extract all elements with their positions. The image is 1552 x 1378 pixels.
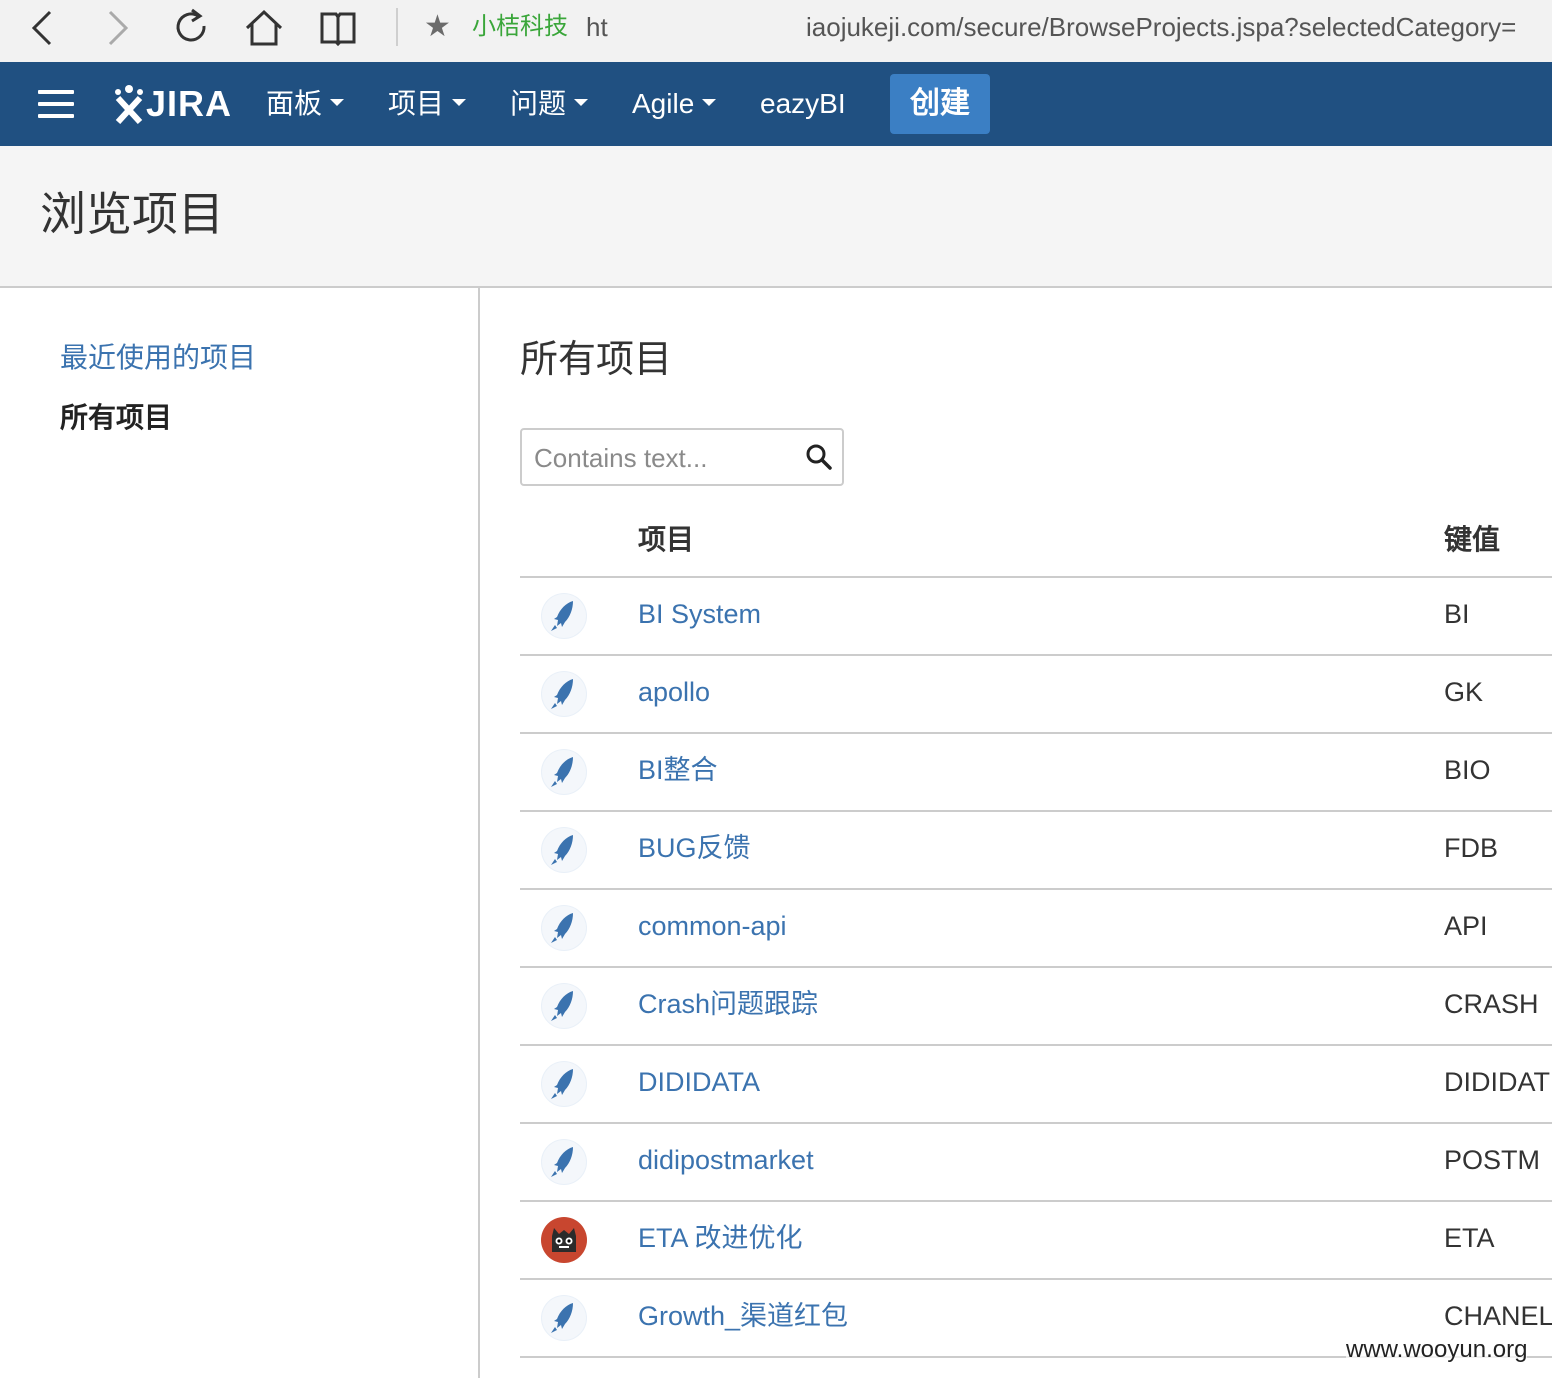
nav-issues-label: 问题	[510, 88, 567, 119]
project-name-link[interactable]: ETA 改进优化	[638, 1220, 803, 1256]
rocket-avatar-icon[interactable]	[540, 1294, 588, 1342]
project-name-link[interactable]: apollo	[638, 674, 710, 710]
project-key: BIO	[1444, 755, 1491, 785]
browser-toolbar: ★ 小桔科技 ht iaojukeji.com/secure/BrowsePro…	[0, 0, 1552, 63]
monster-avatar-icon[interactable]	[540, 1216, 588, 1264]
home-icon[interactable]	[242, 6, 286, 50]
sidebar-item-all-projects[interactable]: 所有项目	[60, 400, 172, 436]
table-row: ETA 改进优化 ETA	[520, 1202, 1552, 1280]
table-row: common-api API	[520, 890, 1552, 968]
favorite-bookmark[interactable]: 小桔科技	[472, 12, 568, 42]
favorite-star-icon[interactable]: ★	[424, 10, 451, 44]
project-name-link[interactable]: didipostmarket	[638, 1142, 814, 1178]
project-key: GK	[1444, 677, 1484, 707]
project-name-link[interactable]: BUG反馈	[638, 830, 751, 866]
chevron-down-icon	[574, 99, 589, 107]
project-key: BI	[1444, 599, 1470, 629]
forward-icon[interactable]	[96, 6, 140, 50]
project-key: DIDIDAT	[1444, 1067, 1550, 1097]
jira-logo-icon	[115, 85, 143, 124]
address-bar[interactable]: iaojukeji.com/secure/BrowseProjects.jspa…	[806, 10, 1516, 44]
rocket-avatar-icon[interactable]	[540, 904, 588, 952]
table-header: 项目 键值	[520, 510, 1552, 578]
project-filter	[520, 428, 844, 486]
reading-view-icon[interactable]	[316, 6, 360, 50]
rocket-avatar-icon[interactable]	[540, 592, 588, 640]
project-name-link[interactable]: BI System	[638, 596, 761, 632]
back-icon[interactable]	[22, 6, 66, 50]
rocket-avatar-icon[interactable]	[540, 1060, 588, 1108]
nav-agile-label: Agile	[632, 88, 695, 119]
section-title: 所有项目	[520, 337, 673, 381]
jira-header: JIRA 面板 项目 问题 Agile eazyBI 创建	[0, 62, 1552, 146]
rocket-avatar-icon[interactable]	[540, 1138, 588, 1186]
logo-text: JIRA	[146, 83, 233, 124]
chevron-down-icon	[702, 99, 717, 107]
page-header: 浏览项目	[0, 146, 1552, 288]
rocket-avatar-icon[interactable]	[540, 826, 588, 874]
projects-table: 项目 键值 BI System BI apollo GK BI整合 BIO BUG反馈 FDB…	[520, 510, 1552, 1358]
app-switcher-menu-icon[interactable]	[38, 90, 74, 118]
project-name-link[interactable]: Crash问题跟踪	[638, 986, 818, 1022]
rocket-avatar-icon[interactable]	[540, 982, 588, 1030]
project-key: FDB	[1444, 833, 1498, 863]
search-input[interactable]	[532, 438, 796, 478]
search-icon[interactable]	[804, 442, 834, 472]
project-key: POSTM	[1444, 1145, 1541, 1175]
page-title: 浏览项目	[40, 187, 224, 241]
table-body: BI System BI apollo GK BI整合 BIO BUG反馈 FDB common…	[520, 578, 1552, 1358]
favorite-bookmark-suffix[interactable]: ht	[586, 12, 608, 42]
project-key: ETA	[1444, 1223, 1495, 1253]
project-name-link[interactable]: DIDIDATA	[638, 1064, 760, 1100]
nav-agile[interactable]: Agile	[632, 84, 717, 124]
toolbar-divider	[396, 8, 398, 46]
project-name-link[interactable]: BI整合	[638, 752, 718, 788]
nav-dashboards-label: 面板	[266, 88, 323, 119]
project-key: CRASH	[1444, 989, 1539, 1019]
main-content: 所有项目 项目 键值 BI System BI apollo GK BI整合 BIO BUG…	[480, 288, 1552, 1378]
jira-logo[interactable]: JIRA	[112, 80, 232, 128]
watermark: www.wooyun.org	[1346, 1336, 1528, 1364]
sidebar: 最近使用的项目 所有项目	[0, 288, 480, 1378]
column-header-project[interactable]: 项目	[638, 522, 694, 558]
chevron-down-icon	[330, 99, 345, 107]
column-header-key[interactable]: 键值	[1444, 522, 1500, 558]
table-row: DIDIDATA DIDIDAT	[520, 1046, 1552, 1124]
project-name-link[interactable]: Growth_渠道红包	[638, 1298, 848, 1334]
table-row: BI整合 BIO	[520, 734, 1552, 812]
nav-dashboards[interactable]: 面板	[266, 84, 345, 124]
nav-projects-label: 项目	[388, 88, 445, 119]
rocket-avatar-icon[interactable]	[540, 670, 588, 718]
sidebar-item-recent-projects[interactable]: 最近使用的项目	[60, 340, 256, 376]
table-row: BUG反馈 FDB	[520, 812, 1552, 890]
table-row: BI System BI	[520, 578, 1552, 656]
nav-projects[interactable]: 项目	[388, 84, 467, 124]
project-key: API	[1444, 911, 1488, 941]
table-row: apollo GK	[520, 656, 1552, 734]
table-row: Crash问题跟踪 CRASH	[520, 968, 1552, 1046]
project-key: CHANEL	[1444, 1301, 1552, 1331]
chevron-down-icon	[452, 99, 467, 107]
rocket-avatar-icon[interactable]	[540, 748, 588, 796]
create-button[interactable]: 创建	[890, 74, 990, 134]
nav-issues[interactable]: 问题	[510, 84, 589, 124]
project-name-link[interactable]: common-api	[638, 908, 787, 944]
reload-icon[interactable]	[170, 6, 214, 50]
table-row: didipostmarket POSTM	[520, 1124, 1552, 1202]
nav-eazybi[interactable]: eazyBI	[760, 84, 846, 124]
nav-eazybi-label: eazyBI	[760, 88, 846, 119]
